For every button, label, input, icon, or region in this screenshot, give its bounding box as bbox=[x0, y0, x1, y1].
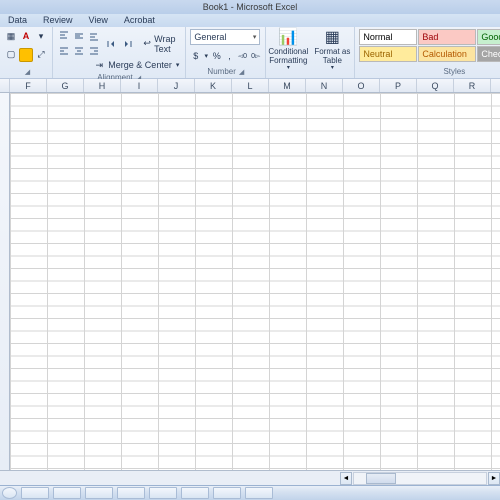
currency-button[interactable]: $ bbox=[190, 49, 201, 63]
window-title: Book1 - Microsoft Excel bbox=[203, 2, 298, 12]
taskbar-item-4[interactable] bbox=[117, 487, 145, 499]
col-L[interactable]: L bbox=[232, 79, 269, 92]
column-headers: F G H I J K L M N O P Q R S bbox=[0, 79, 500, 93]
orientation-button[interactable]: ⤢ bbox=[34, 48, 48, 62]
taskbar-item-8[interactable] bbox=[245, 487, 273, 499]
borders-button[interactable]: ▢ bbox=[4, 48, 18, 62]
align-middle-button[interactable] bbox=[72, 29, 86, 43]
group-style-buttons: 📊 Conditional Formatting ▾ ▦ Format as T… bbox=[266, 27, 355, 78]
fill-color-button[interactable]: ▦ bbox=[4, 29, 18, 43]
col-S[interactable]: S bbox=[491, 79, 500, 92]
style-bad[interactable]: Bad bbox=[418, 29, 476, 45]
decrease-decimal-button[interactable]: 0▻ bbox=[250, 49, 261, 63]
style-normal[interactable]: Normal bbox=[359, 29, 417, 45]
group-font-partial: ▦ A ▾ ▢ ⤢ ◢ bbox=[0, 27, 53, 78]
taskbar-item-3[interactable] bbox=[85, 487, 113, 499]
wrap-text-icon: ↩ bbox=[142, 37, 152, 51]
currency-dropdown[interactable]: ▾ bbox=[203, 49, 209, 63]
style-calculation[interactable]: Calculation bbox=[418, 46, 476, 62]
format-as-table-button[interactable]: ▦ Format as Table ▾ bbox=[310, 27, 354, 73]
font-launcher[interactable]: ◢ bbox=[4, 66, 48, 76]
highlight-button[interactable] bbox=[19, 48, 33, 62]
hscroll-right-arrow[interactable]: ► bbox=[488, 472, 500, 485]
increase-indent-button[interactable] bbox=[120, 37, 134, 51]
ribbon: ▦ A ▾ ▢ ⤢ ◢ bbox=[0, 27, 500, 79]
tab-review[interactable]: Review bbox=[35, 14, 81, 27]
number-group-label: Number bbox=[207, 67, 235, 76]
align-right-button[interactable] bbox=[87, 44, 101, 58]
col-O[interactable]: O bbox=[343, 79, 380, 92]
align-top-button[interactable] bbox=[57, 29, 71, 43]
merge-center-button[interactable]: Merge & Center bbox=[108, 60, 172, 70]
align-bottom-button[interactable] bbox=[87, 29, 101, 43]
wrap-text-button[interactable]: Wrap Text bbox=[154, 34, 181, 54]
tab-acrobat[interactable]: Acrobat bbox=[116, 14, 163, 27]
col-Q[interactable]: Q bbox=[417, 79, 454, 92]
align-left-button[interactable] bbox=[57, 44, 71, 58]
number-format-dd-icon: ▾ bbox=[253, 33, 257, 41]
conditional-formatting-button[interactable]: 📊 Conditional Formatting ▾ bbox=[266, 27, 310, 73]
select-all-corner[interactable] bbox=[0, 79, 10, 92]
style-check-cell[interactable]: Check Cell bbox=[477, 46, 500, 62]
col-R[interactable]: R bbox=[454, 79, 491, 92]
col-P[interactable]: P bbox=[380, 79, 417, 92]
align-center-button[interactable] bbox=[72, 44, 86, 58]
col-F[interactable]: F bbox=[10, 79, 47, 92]
col-H[interactable]: H bbox=[84, 79, 121, 92]
hscroll-left-arrow[interactable]: ◄ bbox=[340, 472, 352, 485]
group-alignment: ↩ Wrap Text ⇥ Merge & Center ▾ Alignment… bbox=[53, 27, 186, 78]
taskbar-item-6[interactable] bbox=[181, 487, 209, 499]
number-launcher[interactable]: ◢ bbox=[239, 68, 244, 76]
increase-decimal-button[interactable]: ◅0 bbox=[237, 49, 248, 63]
taskbar-item-5[interactable] bbox=[149, 487, 177, 499]
merge-icon: ⇥ bbox=[92, 58, 106, 72]
number-format-value: General bbox=[194, 32, 226, 42]
hscroll-track[interactable] bbox=[353, 472, 487, 485]
col-I[interactable]: I bbox=[121, 79, 158, 92]
start-button[interactable] bbox=[2, 487, 17, 499]
number-format-combo[interactable]: General ▾ bbox=[190, 29, 260, 45]
taskbar-item-2[interactable] bbox=[53, 487, 81, 499]
taskbar-item-7[interactable] bbox=[213, 487, 241, 499]
taskbar-item-1[interactable] bbox=[21, 487, 49, 499]
comma-button[interactable]: , bbox=[224, 49, 235, 63]
row-headers[interactable] bbox=[0, 93, 10, 470]
col-N[interactable]: N bbox=[306, 79, 343, 92]
format-as-table-icon: ▦ bbox=[325, 28, 340, 48]
title-bar: Book1 - Microsoft Excel bbox=[0, 0, 500, 14]
tab-view[interactable]: View bbox=[81, 14, 116, 27]
taskbar bbox=[0, 485, 500, 500]
style-neutral[interactable]: Neutral bbox=[359, 46, 417, 62]
merge-dropdown[interactable]: ▾ bbox=[176, 61, 180, 69]
styles-group-label: Styles bbox=[443, 67, 465, 76]
hscroll-thumb[interactable] bbox=[366, 473, 396, 484]
decrease-indent-button[interactable] bbox=[105, 37, 119, 51]
font-color-dropdown[interactable]: ▾ bbox=[34, 29, 48, 43]
col-G[interactable]: G bbox=[47, 79, 84, 92]
group-number: General ▾ $ ▾ % , ◅0 0▻ Number ◢ bbox=[186, 27, 266, 78]
bottom-scroll-area: ◄ ► bbox=[0, 470, 500, 485]
grid-cells[interactable] bbox=[10, 93, 500, 470]
cell-styles-gallery: Normal Bad Good Neutral Calculation Chec… bbox=[359, 29, 500, 62]
percent-button[interactable]: % bbox=[211, 49, 222, 63]
sheet-tab-area[interactable] bbox=[0, 471, 340, 486]
worksheet-grid[interactable] bbox=[0, 93, 500, 470]
ribbon-tabs: Data Review View Acrobat bbox=[0, 14, 500, 27]
tab-data[interactable]: Data bbox=[0, 14, 35, 27]
app-window: Book1 - Microsoft Excel Data Review View… bbox=[0, 0, 500, 485]
font-color-button[interactable]: A bbox=[19, 29, 33, 43]
col-J[interactable]: J bbox=[158, 79, 195, 92]
group-styles: Normal Bad Good Neutral Calculation Chec… bbox=[355, 27, 500, 78]
style-good[interactable]: Good bbox=[477, 29, 500, 45]
conditional-formatting-icon: 📊 bbox=[278, 28, 298, 48]
col-M[interactable]: M bbox=[269, 79, 306, 92]
col-K[interactable]: K bbox=[195, 79, 232, 92]
